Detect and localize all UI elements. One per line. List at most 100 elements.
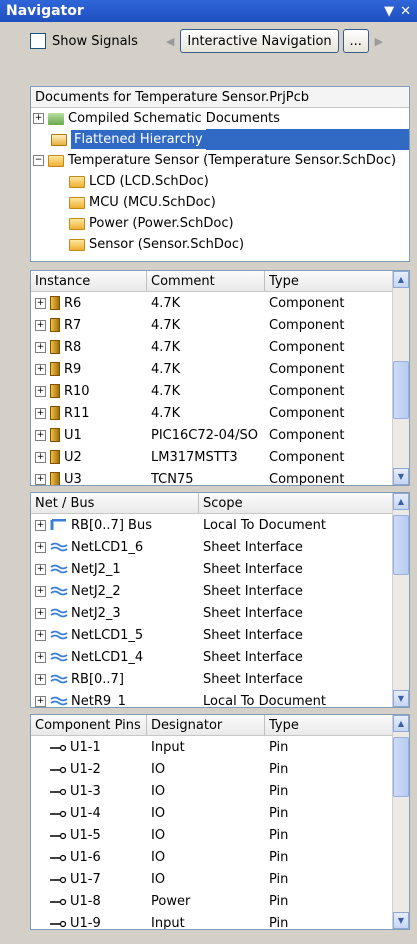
collapse-icon[interactable]: − [33,155,44,166]
tree-item-temperature-sensor[interactable]: − Temperature Sensor (Temperature Sensor… [31,150,409,171]
type-cell: Component [269,471,345,486]
tree-item-mcu[interactable]: MCU (MCU.SchDoc) [31,192,409,213]
column-header-type[interactable]: Type [265,715,394,735]
tree-item-flattened[interactable]: Flattened Hierarchy [31,129,409,150]
table-row[interactable]: + R10 4.7K Component [31,380,409,402]
designator-cell: IO [151,827,166,843]
scroll-thumb[interactable] [393,361,409,419]
scroll-down-icon[interactable]: ▼ [393,468,409,485]
scroll-down-icon[interactable]: ▼ [393,690,409,707]
pin-name: U1-5 [70,827,101,843]
net-name: NetLCD1_6 [71,539,144,555]
column-header-net-bus[interactable]: Net / Bus [31,493,199,513]
expand-icon[interactable]: + [35,585,46,597]
scroll-down-icon[interactable]: ▼ [393,912,409,929]
table-row[interactable]: + NetJ2_3 Sheet Interface [31,602,409,624]
column-header-designator[interactable]: Designator [147,715,265,735]
expand-icon[interactable]: + [35,385,46,397]
table-row[interactable]: U1-7 IO Pin [31,868,409,890]
scroll-thumb[interactable] [393,737,409,797]
expand-icon[interactable]: + [35,407,46,419]
table-row[interactable]: U1-3 IO Pin [31,780,409,802]
type-cell: Component [269,449,345,465]
table-row[interactable]: + NetLCD1_4 Sheet Interface [31,646,409,668]
table-row[interactable]: + R11 4.7K Component [31,402,409,424]
expand-icon[interactable]: + [35,607,46,619]
column-header-instance[interactable]: Instance [31,271,147,291]
column-header-comment[interactable]: Comment [147,271,265,291]
table-row[interactable]: + NetR9_1 Local To Document [31,690,409,707]
table-row[interactable]: U1-4 IO Pin [31,802,409,824]
nets-scrollbar[interactable]: ▲ ▼ [392,493,409,707]
expand-icon[interactable]: + [35,519,46,531]
net-cell: + NetJ2_1 [31,562,199,577]
expand-icon[interactable]: + [35,673,46,685]
expand-icon[interactable]: + [35,429,46,441]
expand-icon[interactable]: + [35,651,46,663]
table-row[interactable]: + RB[0..7] Sheet Interface [31,668,409,690]
scroll-up-icon[interactable]: ▲ [393,493,409,510]
tree-item-label: Flattened Hierarchy [71,130,206,149]
forward-arrow-icon[interactable]: ▶ [375,35,383,48]
expand-icon[interactable]: + [35,541,46,553]
tree-item-label: Temperature Sensor (Temperature Sensor.S… [68,153,397,168]
tree-item-lcd[interactable]: LCD (LCD.SchDoc) [31,171,409,192]
table-row[interactable]: U1-2 IO Pin [31,758,409,780]
expand-icon[interactable]: + [35,695,46,707]
folder-icon [48,112,64,125]
scroll-up-icon[interactable]: ▲ [393,271,409,288]
net-name: NetJ2_2 [71,583,121,599]
table-row[interactable]: + R9 4.7K Component [31,358,409,380]
tree-item-sensor[interactable]: Sensor (Sensor.SchDoc) [31,234,409,255]
table-row[interactable]: + NetLCD1_6 Sheet Interface [31,536,409,558]
table-row[interactable]: + NetJ2_2 Sheet Interface [31,580,409,602]
back-arrow-icon[interactable]: ◀ [166,35,174,48]
table-row[interactable]: + R7 4.7K Component [31,314,409,336]
interactive-navigation-button[interactable]: Interactive Navigation [180,29,339,53]
scroll-thumb[interactable] [393,515,409,575]
table-row[interactable]: + U1 PIC16C72-04/SO Component [31,424,409,446]
scope-cell: Sheet Interface [203,627,303,643]
expand-icon[interactable]: + [35,473,46,485]
table-row[interactable]: + RB[0..7] Bus Local To Document [31,514,409,536]
show-signals-checkbox[interactable] [30,33,46,49]
pins-scrollbar[interactable]: ▲ ▼ [392,715,409,929]
table-row[interactable]: U1-9 Input Pin [31,912,409,929]
table-row[interactable]: U1-8 Power Pin [31,890,409,912]
expand-icon[interactable]: + [35,451,46,463]
tree-item-label: Power (Power.SchDoc) [89,216,234,231]
column-header-scope[interactable]: Scope [199,493,394,513]
expand-icon[interactable]: + [35,297,46,309]
comment-cell: 4.7K [151,295,181,311]
pins-grid: Component Pins Designator Type U1-1 Input… [30,714,410,930]
panel-menu-icon[interactable]: ▼ [384,4,394,19]
table-row[interactable]: + U2 LM317MSTT3 Component [31,446,409,468]
more-options-button[interactable]: ... [342,29,369,53]
table-row[interactable]: + NetLCD1_5 Sheet Interface [31,624,409,646]
expand-icon[interactable]: + [33,113,44,124]
close-icon[interactable]: ✕ [400,4,411,19]
expand-icon[interactable]: + [35,319,46,331]
expand-icon[interactable]: + [35,341,46,353]
show-signals-label[interactable]: Show Signals [52,34,138,49]
scroll-up-icon[interactable]: ▲ [393,715,409,732]
table-row[interactable]: + U3 TCN75 Component [31,468,409,486]
tree-item-compiled[interactable]: + Compiled Schematic Documents [31,108,409,129]
table-row[interactable]: U1-5 IO Pin [31,824,409,846]
table-row[interactable]: + R8 4.7K Component [31,336,409,358]
column-header-type[interactable]: Type [265,271,394,291]
comment-cell: 4.7K [151,317,181,333]
instances-scrollbar[interactable]: ▲ ▼ [392,271,409,485]
net-cell: + RB[0..7] Bus [31,518,199,533]
table-row[interactable]: + NetJ2_1 Sheet Interface [31,558,409,580]
tree-item-power[interactable]: Power (Power.SchDoc) [31,213,409,234]
pin-name: U1-8 [70,893,101,909]
table-row[interactable]: U1-1 Input Pin [31,736,409,758]
table-row[interactable]: + R6 4.7K Component [31,292,409,314]
expand-icon[interactable]: + [35,363,46,375]
table-row[interactable]: U1-6 IO Pin [31,846,409,868]
net-name: NetJ2_3 [71,605,121,621]
expand-icon[interactable]: + [35,629,46,641]
column-header-component-pins[interactable]: Component Pins [31,715,147,735]
expand-icon[interactable]: + [35,563,46,575]
